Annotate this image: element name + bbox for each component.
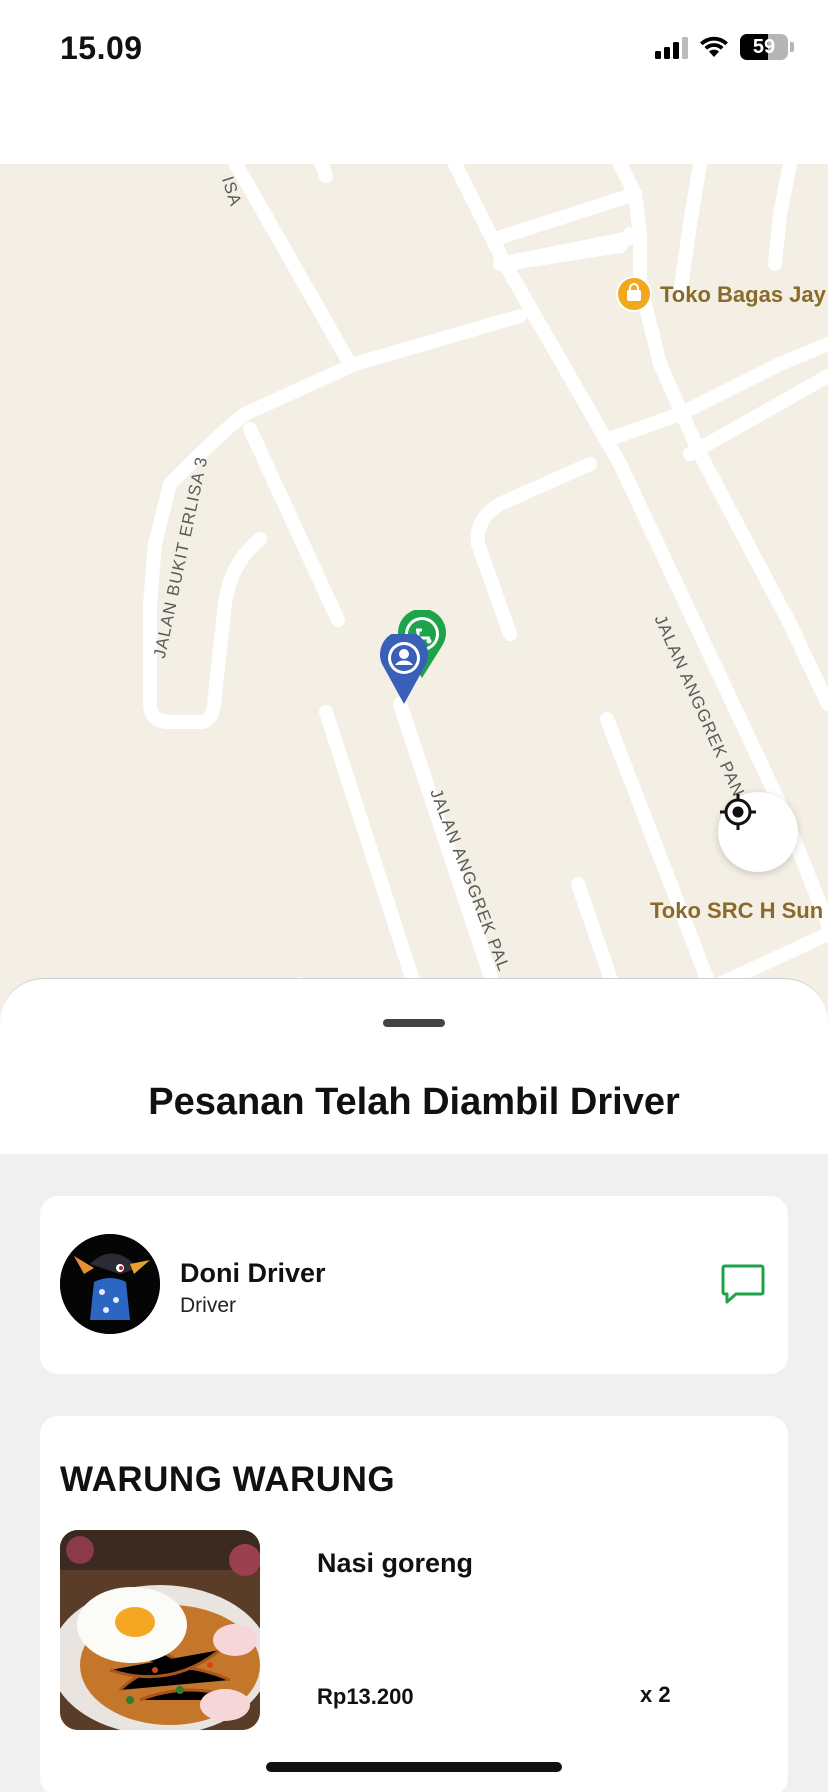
merchant-name: WARUNG WARUNG	[60, 1460, 396, 1499]
status-bar: 15.09 59	[0, 0, 828, 164]
battery-icon: 59	[740, 34, 788, 60]
wifi-icon	[700, 36, 728, 57]
chat-icon[interactable]	[720, 1262, 766, 1306]
driver-avatar	[60, 1234, 160, 1334]
poi-label[interactable]: Toko Bagas Jay	[660, 282, 826, 308]
cellular-signal-icon	[655, 35, 688, 59]
item-quantity: x 2	[640, 1682, 671, 1707]
my-location-button[interactable]	[718, 792, 798, 872]
item-name: Nasi goreng	[317, 1548, 474, 1578]
shopping-bag-icon[interactable]	[616, 276, 652, 312]
sheet-drag-handle[interactable]	[383, 1019, 445, 1027]
user-location-pin[interactable]	[378, 634, 430, 706]
battery-level: 59	[752, 36, 776, 58]
map-view[interactable]: ISA JALAN BUKIT ERLISA 3 JALAN ANGGREK P…	[0, 164, 828, 1064]
crosshair-icon	[720, 794, 756, 830]
status-icons: 59	[655, 34, 794, 60]
bottom-sheet: Pesanan Telah Diambil Driver	[0, 978, 828, 1154]
home-indicator[interactable]	[266, 1762, 562, 1772]
order-status-title: Pesanan Telah Diambil Driver	[148, 1081, 680, 1123]
poi-label[interactable]: Toko SRC H Sun	[650, 898, 823, 924]
driver-card: Doni Driver Driver	[40, 1196, 788, 1374]
order-card: WARUNG WARUNG Nasi goreng Rp13.200 x 2	[40, 1416, 788, 1792]
screen: 15.09 59 ISA JALAN BUKIT ERLISA 3 JALAN …	[0, 0, 828, 1792]
driver-role: Driver	[180, 1294, 236, 1317]
item-price: Rp13.200	[317, 1684, 414, 1709]
food-image	[60, 1530, 260, 1730]
status-time: 15.09	[60, 30, 143, 66]
driver-name: Doni Driver	[180, 1258, 326, 1288]
